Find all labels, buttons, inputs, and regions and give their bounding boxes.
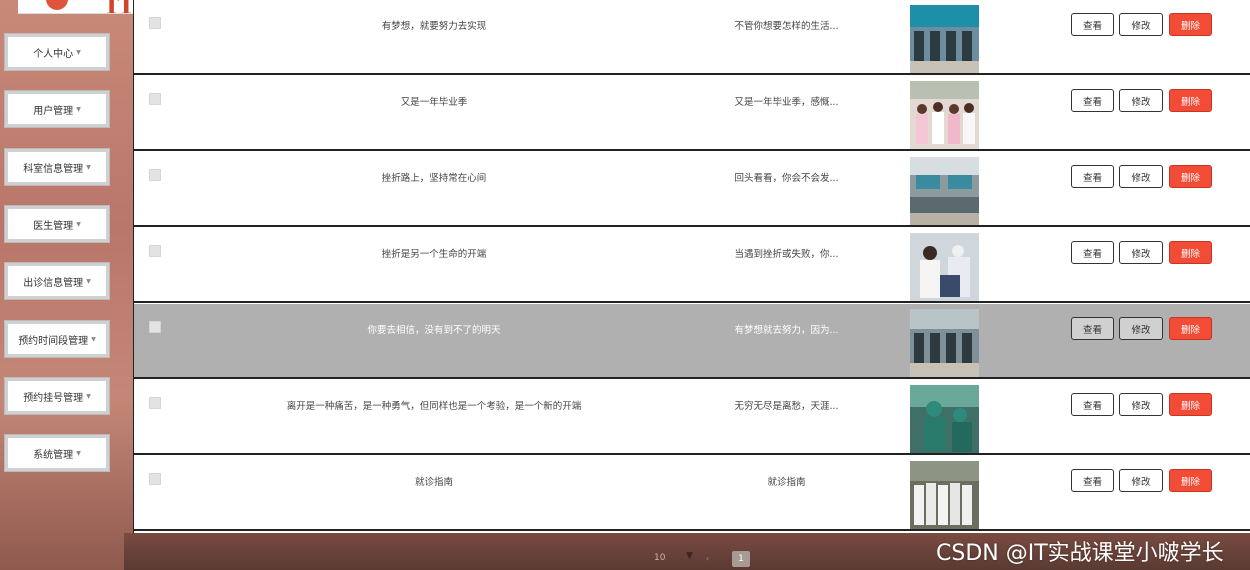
caret-down-icon: ▼ (76, 48, 81, 56)
sidebar-item-user-management[interactable]: 用户管理 ▼ (4, 90, 110, 128)
row-checkbox[interactable] (149, 17, 161, 29)
delete-button[interactable]: 删除 (1169, 393, 1212, 416)
row-title: 离开是一种痛苦，是一种勇气，但同样也是一个考验，是一个新的开端 (286, 401, 582, 412)
row-checkbox[interactable] (149, 169, 161, 181)
view-button[interactable]: 查看 (1071, 469, 1114, 492)
view-button[interactable]: 查看 (1071, 165, 1114, 188)
table-row: 离开是一种痛苦，是一种勇气，但同样也是一个考验，是一个新的开端 无穷无尽是离愁，… (134, 380, 1250, 455)
sidebar-item-time-slot[interactable]: 预约时间段管理 ▼ (4, 320, 110, 358)
edit-button[interactable]: 修改 (1119, 241, 1163, 264)
row-intro: 当遇到挫折或失败，你... (734, 249, 839, 260)
edit-button[interactable]: 修改 (1119, 13, 1163, 36)
view-button[interactable]: 查看 (1071, 393, 1114, 416)
row-title: 挫折是另一个生命的开端 (381, 249, 487, 260)
sidebar-item-label: 用户管理 (33, 105, 74, 117)
sidebar-nav: 个人中心 ▼ 用户管理 ▼ 科室信息管理 ▼ 医生管理 ▼ 出诊信息管理 ▼ 预约时间段管… (0, 0, 124, 570)
news-table: 有梦想，就要努力去实现 不管你想要怎样的生活... 查看 修改 删除 又是一年毕… (133, 0, 1250, 533)
row-thumbnail[interactable] (910, 461, 979, 529)
page-number-button[interactable]: 1 (732, 551, 750, 567)
row-intro: 就诊指南 (767, 477, 806, 488)
row-title: 就诊指南 (414, 477, 453, 488)
row-checkbox[interactable] (149, 321, 161, 333)
sidebar-item-label: 出诊信息管理 (23, 277, 84, 289)
sidebar-item-personal-center[interactable]: 个人中心 ▼ (4, 33, 110, 71)
table-row: 就诊指南 就诊指南 查看 修改 删除 (134, 456, 1250, 531)
row-thumbnail[interactable] (910, 81, 979, 149)
table-row: 挫折路上，坚持常在心间 回头看看，你会不会发... 查看 修改 删除 (134, 152, 1250, 227)
sidebar-item-appointment[interactable]: 预约挂号管理 ▼ (4, 377, 110, 415)
caret-down-icon: ▼ (86, 163, 91, 171)
edit-button[interactable]: 修改 (1119, 317, 1163, 340)
row-checkbox[interactable] (149, 93, 161, 105)
row-thumbnail[interactable] (910, 233, 979, 301)
row-checkbox[interactable] (149, 397, 161, 409)
table-row: 你要去相信，没有到不了的明天 有梦想就去努力，因为... 查看 修改 删除 (134, 304, 1250, 379)
caret-down-icon: ▼ (76, 220, 81, 228)
caret-down-icon: ▼ (76, 105, 81, 113)
sidebar-item-system[interactable]: 系统管理 ▼ (4, 434, 110, 472)
sidebar-item-clinic-info[interactable]: 出诊信息管理 ▼ (4, 262, 110, 300)
sidebar-item-department[interactable]: 科室信息管理 ▼ (4, 148, 110, 186)
sidebar-item-doctor[interactable]: 医生管理 ▼ (4, 205, 110, 243)
edit-button[interactable]: 修改 (1119, 469, 1163, 492)
row-title: 挫折路上，坚持常在心间 (381, 173, 487, 184)
row-intro: 无穷无尽是离愁，天涯... (734, 401, 839, 412)
table-row: 挫折是另一个生命的开端 当遇到挫折或失败，你... 查看 修改 删除 (134, 228, 1250, 303)
row-thumbnail[interactable] (910, 157, 979, 225)
row-title: 你要去相信，没有到不了的明天 (367, 325, 501, 336)
page-size-select[interactable]: 10 (654, 553, 665, 563)
caret-down-icon: ▼ (86, 392, 91, 400)
prev-page-icon[interactable]: ‹ (706, 554, 709, 563)
view-button[interactable]: 查看 (1071, 317, 1114, 340)
row-title: 又是一年毕业季 (400, 97, 468, 108)
delete-button[interactable]: 删除 (1169, 165, 1212, 188)
view-button[interactable]: 查看 (1071, 13, 1114, 36)
row-checkbox[interactable] (149, 245, 161, 257)
caret-down-icon: ▼ (76, 449, 81, 457)
edit-button[interactable]: 修改 (1119, 89, 1163, 112)
sidebar-item-label: 预约挂号管理 (23, 392, 84, 404)
sidebar-item-label: 医生管理 (33, 220, 74, 232)
sidebar-item-label: 个人中心 (33, 48, 74, 60)
table-row: 又是一年毕业季 又是一年毕业季，感慨... 查看 修改 删除 (134, 76, 1250, 151)
edit-button[interactable]: 修改 (1119, 393, 1163, 416)
caret-down-icon: ▼ (86, 277, 91, 285)
caret-down-icon: ▼ (91, 335, 96, 343)
row-intro: 回头看看，你会不会发... (734, 173, 839, 184)
row-thumbnail[interactable] (910, 309, 979, 377)
row-intro: 有梦想就去努力，因为... (734, 325, 839, 336)
view-button[interactable]: 查看 (1071, 241, 1114, 264)
table-row: 有梦想，就要努力去实现 不管你想要怎样的生活... 查看 修改 删除 (134, 0, 1250, 75)
row-intro: 不管你想要怎样的生活... (734, 21, 839, 32)
row-intro: 又是一年毕业季，感慨... (734, 97, 839, 108)
delete-button[interactable]: 删除 (1169, 89, 1212, 112)
sidebar-item-label: 科室信息管理 (23, 163, 84, 175)
chevron-down-icon[interactable]: ▼ (686, 551, 693, 561)
watermark-text: CSDN @IT实战课堂小啵学长 (936, 541, 1224, 566)
row-thumbnail[interactable] (910, 385, 979, 453)
sidebar-item-label: 系统管理 (33, 449, 74, 461)
view-button[interactable]: 查看 (1071, 89, 1114, 112)
sidebar-item-label: 预约时间段管理 (18, 335, 89, 347)
row-thumbnail[interactable] (910, 5, 979, 73)
delete-button[interactable]: 删除 (1169, 13, 1212, 36)
delete-button[interactable]: 删除 (1169, 469, 1212, 492)
edit-button[interactable]: 修改 (1119, 165, 1163, 188)
delete-button[interactable]: 删除 (1169, 317, 1212, 340)
delete-button[interactable]: 删除 (1169, 241, 1212, 264)
row-title: 有梦想，就要努力去实现 (381, 21, 487, 32)
row-checkbox[interactable] (149, 473, 161, 485)
